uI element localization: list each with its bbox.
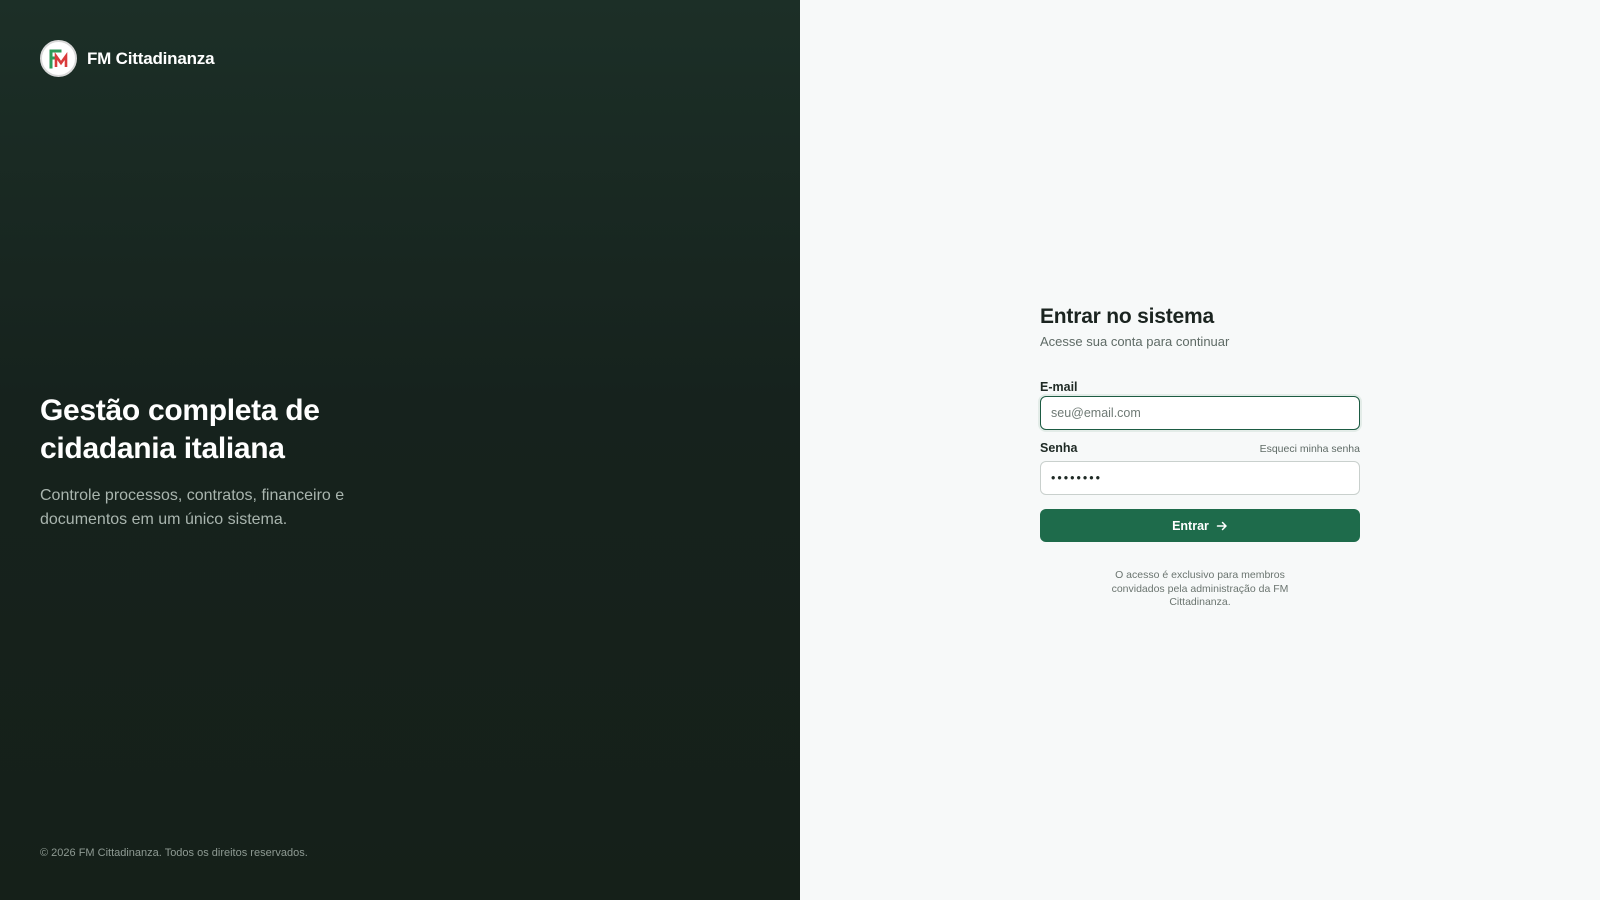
hero-panel: FM Cittadinanza Gestão completa de cidad…	[0, 0, 800, 900]
login-button[interactable]: Entrar	[1040, 509, 1360, 542]
copyright-footer: © 2026 FM Cittadinanza. Todos os direito…	[40, 847, 308, 859]
arrow-right-icon	[1216, 521, 1227, 530]
hero-copy: Gestão completa de cidadania italiana Co…	[40, 392, 420, 532]
forgot-password-link[interactable]: Esqueci minha senha	[1260, 443, 1360, 455]
password-input[interactable]	[1040, 461, 1360, 495]
login-page: FM Cittadinanza Gestão completa de cidad…	[0, 0, 1600, 900]
hero-title: Gestão completa de cidadania italiana	[40, 394, 320, 465]
email-field-group: E-mail	[1040, 380, 1360, 430]
hero-subtitle: Controle processos, contratos, financeir…	[40, 487, 345, 528]
login-button-label: Entrar	[1172, 518, 1209, 533]
access-note: O acesso é exclusivo para membros convid…	[1111, 569, 1289, 608]
password-label: Senha	[1040, 441, 1078, 455]
login-subtitle: Acesse sua conta para continuar	[1040, 334, 1230, 349]
fm-monogram-logo-icon	[40, 40, 77, 77]
email-label: E-mail	[1040, 380, 1078, 394]
brand: FM Cittadinanza	[40, 40, 215, 77]
login-title: Entrar no sistema	[1040, 305, 1214, 328]
login-panel: Entrar no sistema Acesse sua conta para …	[800, 0, 1600, 900]
brand-name: FM Cittadinanza	[87, 48, 215, 68]
password-field-group: Senha Esqueci minha senha	[1040, 441, 1360, 495]
email-label-row: E-mail	[1040, 380, 1360, 394]
login-form: Entrar no sistema Acesse sua conta para …	[1040, 304, 1360, 610]
password-label-row: Senha Esqueci minha senha	[1040, 441, 1360, 455]
email-input[interactable]	[1040, 396, 1360, 430]
